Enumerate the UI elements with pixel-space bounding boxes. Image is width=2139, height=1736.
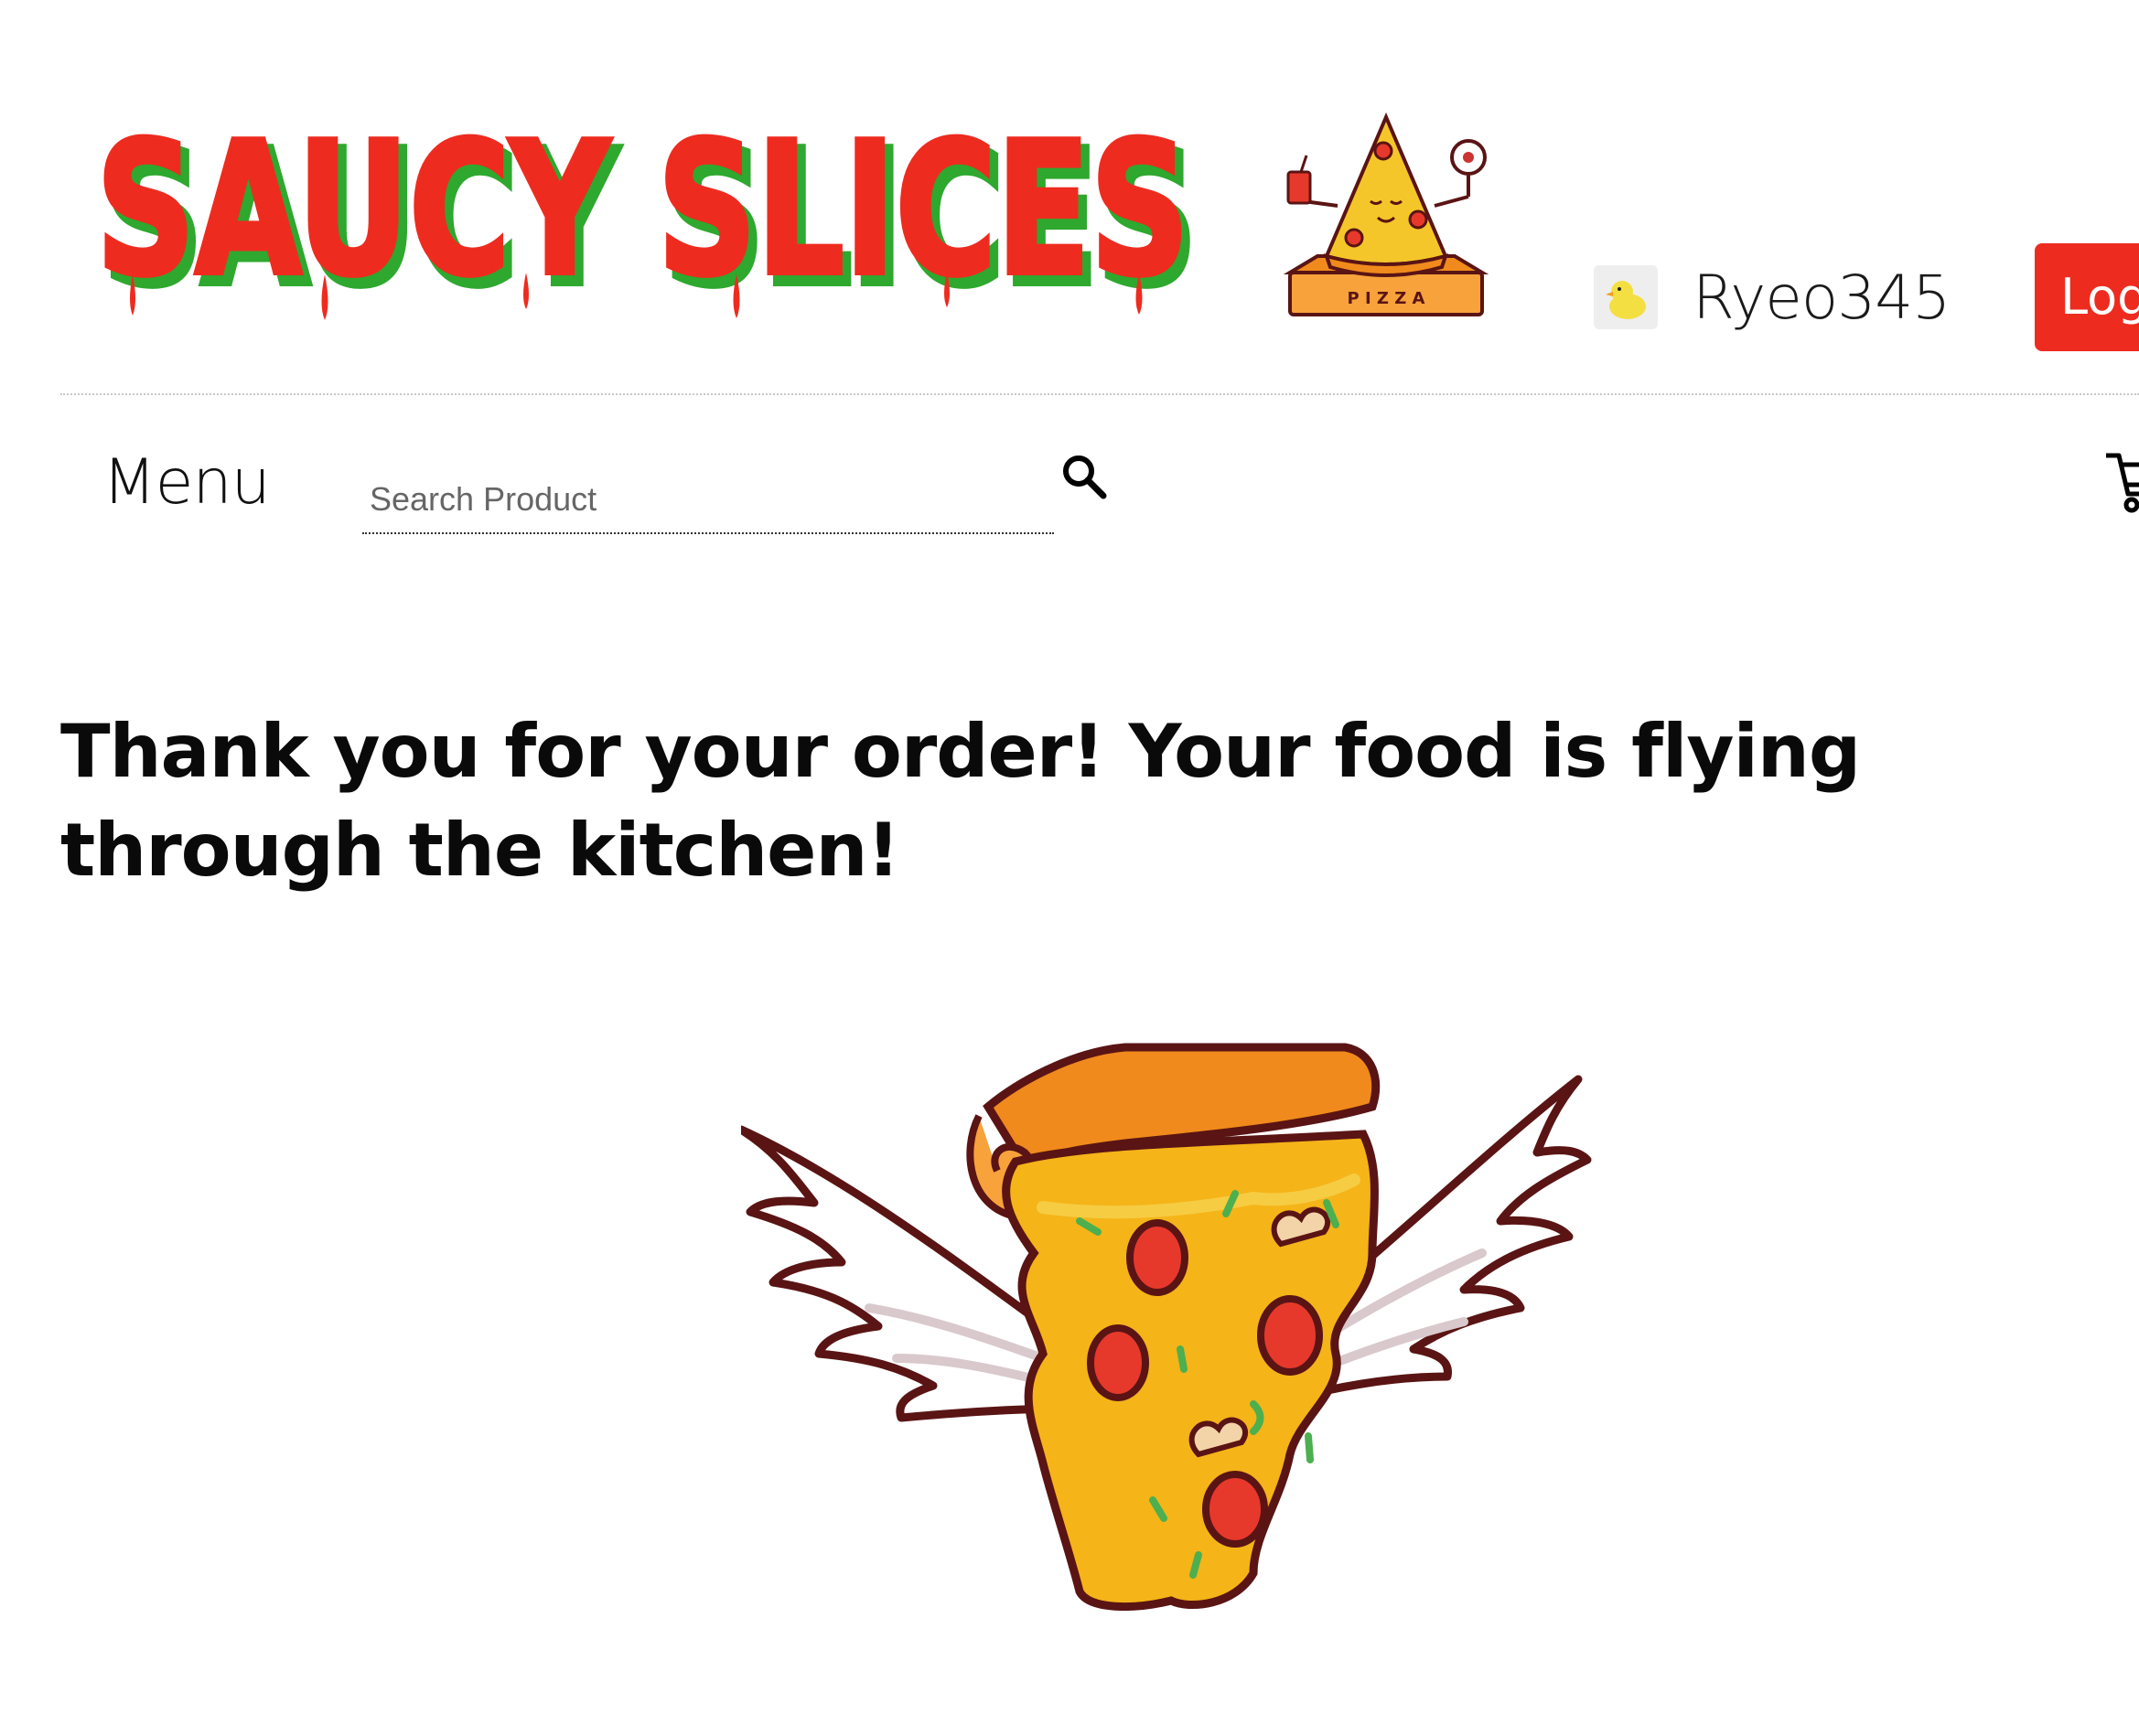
search-bar bbox=[362, 466, 1054, 534]
logout-button[interactable]: Log bbox=[2035, 243, 2139, 351]
pizza-mascot-logo: P I Z Z A bbox=[1281, 110, 1491, 325]
mascot-box-text: P I Z Z A bbox=[1348, 289, 1425, 308]
menu-link[interactable]: Menu bbox=[102, 446, 271, 519]
order-confirmation-page: SAUCY SLICES SAUCY SLICES P I Z Z A Ryeo… bbox=[0, 0, 2139, 1736]
search-icon[interactable] bbox=[1059, 452, 1109, 501]
cart-icon[interactable] bbox=[2104, 448, 2139, 521]
duck-icon bbox=[1594, 265, 1658, 329]
flying-pizza-illustration bbox=[736, 1043, 1592, 1628]
header-divider bbox=[60, 393, 2139, 395]
brand-logo[interactable]: SAUCY SLICES SAUCY SLICES bbox=[93, 101, 1208, 330]
brand-logo-wordmark: SAUCY SLICES SAUCY SLICES bbox=[93, 101, 1201, 330]
search-input[interactable] bbox=[362, 466, 1054, 532]
user-account[interactable]: Ryeo345 bbox=[1594, 256, 1951, 338]
username: Ryeo345 bbox=[1693, 262, 1951, 333]
brand-logo-text: SAUCY SLICES bbox=[96, 103, 1189, 316]
order-confirmation-heading: Thank you for your order! Your food is f… bbox=[60, 709, 1861, 893]
site-header: SAUCY SLICES SAUCY SLICES P I Z Z A Ryeo… bbox=[0, 0, 2139, 393]
